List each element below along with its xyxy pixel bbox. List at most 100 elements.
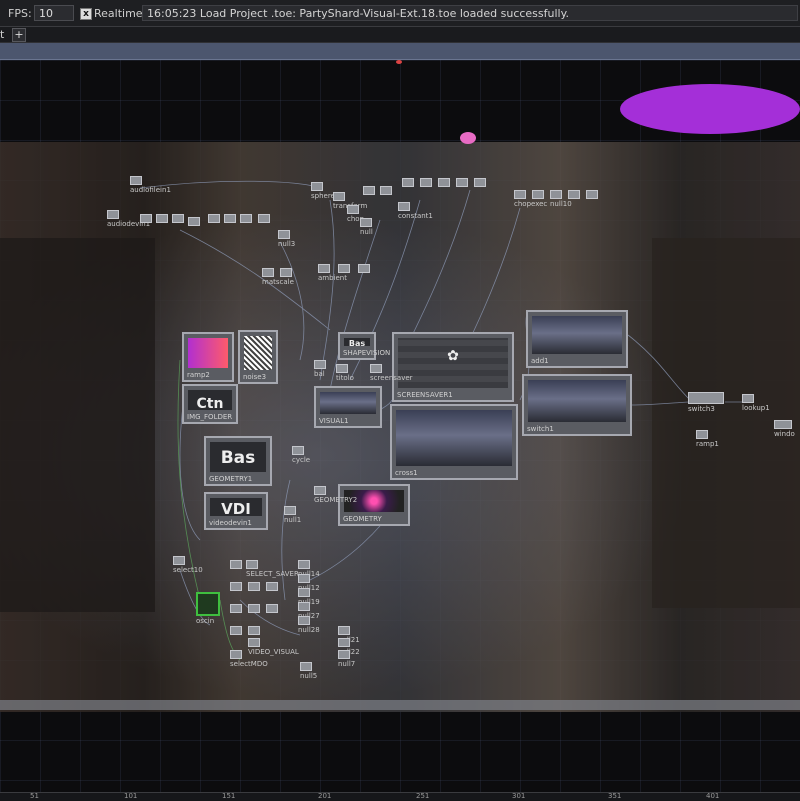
network-editor-canvas[interactable]: audiofilein1 audiodevin1 null3 sphere tr… [0,60,800,792]
node-noise3[interactable]: noise3 [238,330,278,384]
node-light-c[interactable] [358,264,370,273]
node-titolo[interactable]: titolo [336,364,354,382]
node-add1[interactable]: add1 [526,310,628,368]
node-label: ramp1 [696,440,719,448]
node-select-a[interactable] [230,560,242,569]
node-preview: Bas [344,338,370,348]
node-select-c[interactable] [248,582,260,591]
node-tile [230,604,242,613]
node-tile [514,190,526,199]
node-tile [550,190,562,199]
node-tile [300,662,312,671]
node-label: lookup1 [742,404,770,412]
pane-tab[interactable]: t [0,28,4,41]
node-null5[interactable]: null5 [300,662,317,680]
node-switch1[interactable]: switch1 [522,374,632,436]
node-label: ramp2 [187,371,210,379]
node-row-e[interactable] [474,178,486,187]
node-chop-e[interactable] [208,214,220,223]
node-geometry1[interactable]: Bas GEOMETRY1 [204,436,272,486]
node-img-folder[interactable]: Ctn IMG_FOLDER [182,384,238,424]
node-row-b[interactable] [420,178,432,187]
node-chop-f[interactable] [224,214,236,223]
node-cycle[interactable]: cycle [292,446,310,464]
node-tile [266,604,278,613]
node-oscin[interactable]: oscin [196,592,220,625]
node-switch3[interactable]: switch3 [688,392,724,413]
node-exec-c[interactable] [568,190,580,199]
node-sphere-b[interactable] [363,186,375,195]
node-null3[interactable]: null3 [278,230,295,248]
node-select-b[interactable] [230,582,242,591]
node-preview: Ctn [188,390,232,412]
node-select-h[interactable] [230,626,242,635]
node-select-f[interactable] [248,604,260,613]
node-null7[interactable]: null7 [338,650,355,668]
node-select-d[interactable] [266,582,278,591]
node-screensaver[interactable]: screensaver [370,364,413,382]
node-videodevin1[interactable]: VDI videodevin1 [204,492,268,530]
node-label: GEOMETRY2 [314,496,358,504]
fps-input[interactable]: 10 [34,5,74,21]
node-visual1[interactable]: VISUAL1 [314,386,382,428]
node-constant1[interactable]: constant1 [398,202,433,220]
node-tile [402,178,414,187]
node-sphere-c[interactable] [380,186,392,195]
node-tile [688,392,724,404]
node-light-b[interactable] [338,264,350,273]
node-row-d[interactable] [456,178,468,187]
node-chop-a[interactable] [140,214,152,223]
node-tile [248,582,260,591]
node-geometry2[interactable]: GEOMETRY2 [314,486,357,504]
node-tile [292,446,304,455]
node-cross1[interactable]: cross1 [390,404,518,480]
node-tile [338,650,350,659]
node-bal[interactable]: bal [314,360,326,378]
node-tile [172,214,184,223]
node-preview: ✿ [398,338,508,388]
node-chop-d[interactable] [188,217,200,226]
node-ramp2[interactable]: ramp2 [182,332,234,382]
node-tile [336,364,348,373]
video-preview [396,410,512,466]
node-null-color[interactable]: null [360,218,373,236]
node-tile [398,202,410,211]
node-chop-g[interactable] [240,214,252,223]
node-window[interactable]: windo [774,420,795,438]
node-tile [532,190,544,199]
top-status-bar: FPS: 10 x Realtime 16:05:23 Load Project… [0,0,800,27]
node-select-saver[interactable]: SELECT_SAVER [246,560,299,578]
node-row-c[interactable] [438,178,450,187]
node-tile [258,214,270,223]
node-chop-h[interactable] [258,214,270,223]
node-label: SHAPEVISION [343,349,391,357]
node-selectmdo[interactable]: selectMDO [230,650,268,668]
node-mat-b[interactable] [280,268,292,277]
node-label: noise3 [243,373,267,381]
node-chop-c[interactable] [172,214,184,223]
node-exec-b[interactable] [532,190,544,199]
node-select-i[interactable] [248,626,260,635]
video-preview [532,316,622,354]
add-pane-button[interactable]: + [12,28,26,42]
node-lookup1[interactable]: lookup1 [742,394,770,412]
node-tile [298,588,310,597]
node-label: null5 [300,672,318,680]
node-label: ambient [318,274,347,282]
node-type-text: Bas [348,339,366,348]
node-select10[interactable]: select10 [173,556,203,574]
node-tile [333,192,345,201]
node-select-g[interactable] [266,604,278,613]
node-exec-d[interactable] [586,190,598,199]
node-null1[interactable]: null1 [284,506,301,524]
realtime-checkbox[interactable]: x [80,8,92,20]
node-select-e[interactable] [230,604,242,613]
node-sphere[interactable]: sphere [311,182,335,200]
node-shapevision[interactable]: Bas SHAPEVISION [338,332,390,360]
node-row-a[interactable] [402,178,414,187]
gear-icon: ✿ [447,348,459,364]
node-audiofilein1[interactable]: audiofilein1 [130,176,171,194]
node-null28[interactable]: null28 [298,616,320,634]
node-chop-b[interactable] [156,214,168,223]
node-ramp1[interactable]: ramp1 [696,430,719,448]
